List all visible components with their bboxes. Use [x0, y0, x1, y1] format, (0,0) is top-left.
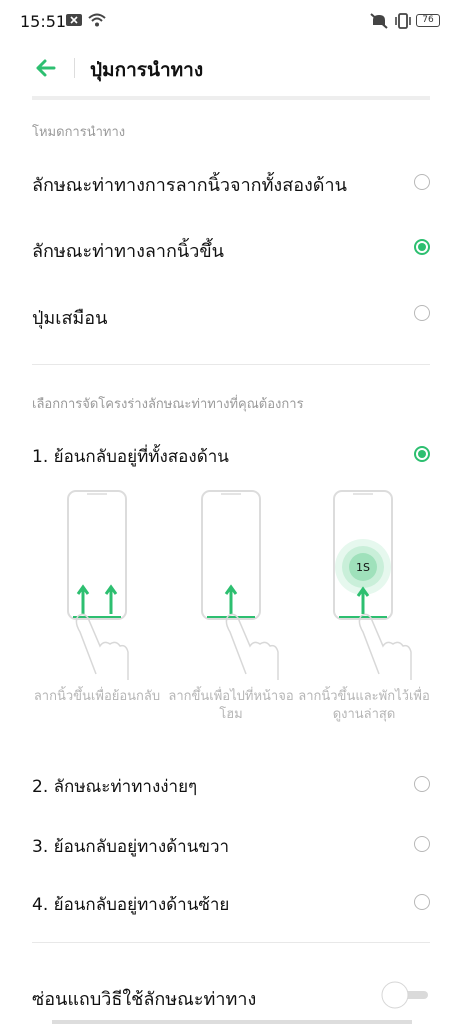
bottom-scroll-edge: [52, 1020, 412, 1024]
radio-button[interactable]: [414, 894, 430, 910]
radio-button[interactable]: [414, 174, 430, 190]
hide-gesture-bar-toggle[interactable]: [380, 980, 430, 1010]
hand-icon: [75, 613, 129, 680]
nav-mode-swipe-up[interactable]: ลักษณะท่าทางลากนิ้วขึ้น: [32, 232, 430, 266]
no-sound-icon: [370, 13, 388, 29]
header-divider: [74, 58, 75, 78]
nav-mode-swipe-both-sides[interactable]: ลักษณะท่าทางการลากนิ้วจากทั้งสองด้าน: [32, 166, 430, 200]
layout-option-2[interactable]: 2. ลักษณะท่าทางง่ายๆ: [32, 770, 430, 800]
caption-back: ลากนิ้วขึ้นเพื่อย้อนกลับ: [33, 689, 161, 704]
caption-recents: ลากนิ้วขึ้นและพักไว้เพื่อดูงานล่าสุด: [298, 689, 430, 722]
radio-button[interactable]: [414, 305, 430, 321]
status-time: 15:51: [20, 12, 67, 31]
layout-label: 1. ย้อนกลับอยู่ที่ทั้งสองด้าน: [32, 447, 229, 467]
hide-gesture-bar-row: ซ่อนแถบวิธีใช้ลักษณะท่าทาง: [32, 980, 430, 1014]
battery-level: 76: [422, 15, 434, 25]
page-title: ปุ่มการนำทาง: [90, 59, 204, 81]
nav-mode-label: ลักษณะท่าทางการลากนิ้วจากทั้งสองด้าน: [32, 175, 347, 196]
hide-gesture-bar-label: ซ่อนแถบวิธีใช้ลักษณะท่าทาง: [32, 989, 257, 1010]
radio-button-selected[interactable]: [414, 239, 430, 255]
layout-label: 3. ย้อนกลับอยู่ทางด้านขวา: [32, 837, 230, 857]
radio-button[interactable]: [414, 776, 430, 792]
layout-option-4[interactable]: 4. ย้อนกลับอยู่ทางด้านซ้าย: [32, 888, 430, 918]
hold-badge: 1S: [356, 561, 370, 574]
nav-mode-label: ปุ่มเสมือน: [32, 308, 108, 329]
illustration-phone-recents: [333, 490, 393, 620]
divider: [32, 364, 430, 365]
header-underline: [32, 96, 430, 100]
divider: [32, 942, 430, 943]
vibrate-icon: [395, 13, 411, 29]
header: ปุ่มการนำทาง: [0, 46, 461, 90]
section-nav-mode: โหมดการนำทาง: [32, 125, 126, 140]
wifi-icon: [88, 13, 106, 27]
hand-icon: [358, 613, 412, 680]
section-gesture-layout: เลือกการจัดโครงร่างลักษณะท่าทางที่คุณต้อ…: [32, 397, 304, 412]
radio-button-selected[interactable]: [414, 446, 430, 462]
notification-icon: [66, 14, 82, 26]
battery-icon: 76: [416, 14, 440, 27]
nav-mode-label: ลักษณะท่าทางลากนิ้วขึ้น: [32, 241, 224, 262]
illustration-phone-back: [67, 490, 127, 620]
layout-option-1[interactable]: 1. ย้อนกลับอยู่ที่ทั้งสองด้าน: [32, 440, 430, 470]
radio-button[interactable]: [414, 836, 430, 852]
layout-label: 4. ย้อนกลับอยู่ทางด้านซ้าย: [32, 895, 230, 915]
layout-label: 2. ลักษณะท่าทางง่ายๆ: [32, 777, 198, 797]
layout-option-3[interactable]: 3. ย้อนกลับอยู่ทางด้านขวา: [32, 830, 430, 860]
status-bar: 15:51 76: [0, 0, 461, 42]
illustration-phone-home: [201, 490, 261, 620]
caption-home: ลากขึ้นเพื่อไปที่หน้าจอโฮม: [168, 689, 294, 722]
back-arrow-icon[interactable]: [32, 54, 60, 82]
hand-icon: [225, 613, 279, 680]
nav-mode-virtual-buttons[interactable]: ปุ่มเสมือน: [32, 299, 430, 333]
